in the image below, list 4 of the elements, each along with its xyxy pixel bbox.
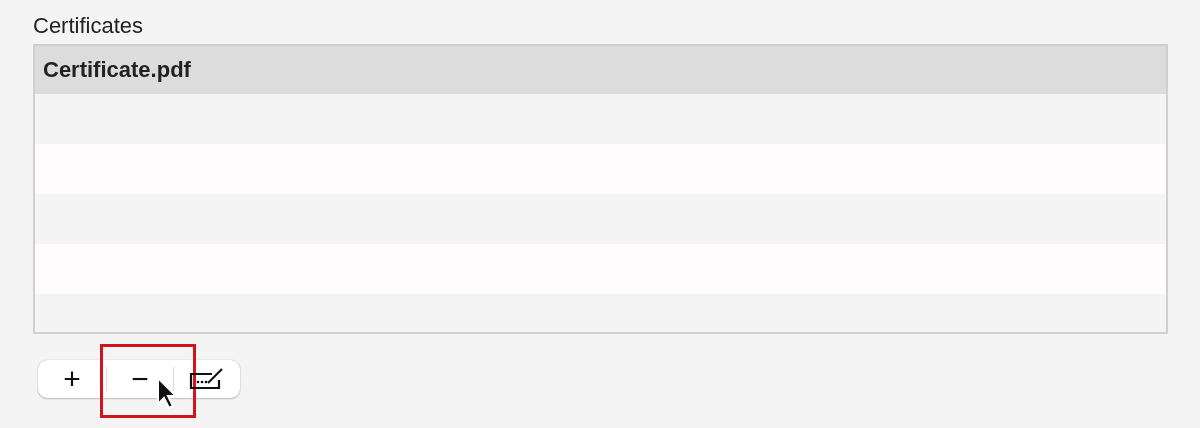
signature-icon [188,366,226,392]
add-button[interactable]: + [38,360,106,398]
section-label: Certificates [33,12,145,40]
file-row[interactable]: Certificate.pdf [35,46,1166,94]
